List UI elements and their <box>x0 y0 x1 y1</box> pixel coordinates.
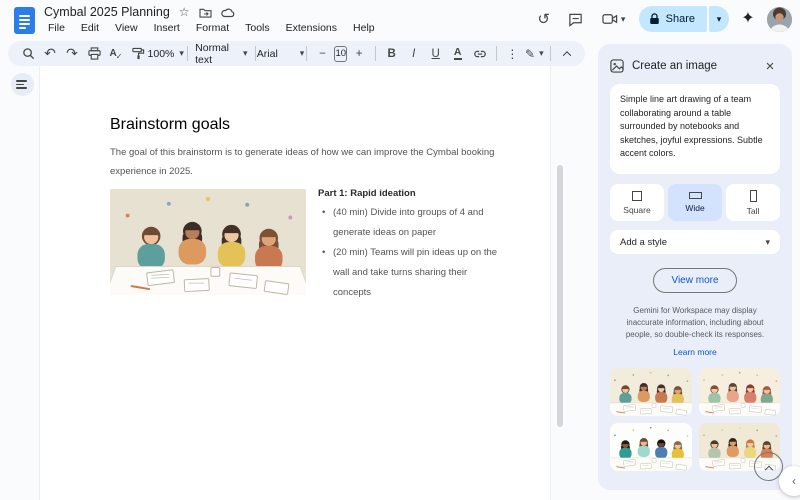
generated-image-2[interactable] <box>698 368 780 416</box>
aspect-square-button[interactable]: Square <box>610 184 664 221</box>
hide-menus-button[interactable] <box>557 44 577 64</box>
wide-shape-icon <box>688 192 702 199</box>
paint-format-icon[interactable] <box>128 44 148 64</box>
menu-file[interactable]: File <box>42 21 71 35</box>
share-dropdown-caret[interactable]: ▾ <box>709 6 729 32</box>
learn-more-link[interactable]: Learn more <box>610 347 780 357</box>
font-size-input[interactable]: 10 <box>334 45 348 62</box>
image-prompt-input[interactable]: Simple line art drawing of a team collab… <box>610 84 780 174</box>
document-part-title[interactable]: Part 1: Rapid ideation <box>318 188 416 199</box>
menu-view[interactable]: View <box>109 21 144 35</box>
aspect-ratio-group: Square Wide Tall <box>610 184 780 221</box>
pen-mode-select[interactable]: ✎ ▾ <box>524 44 544 64</box>
share-label: Share <box>665 13 695 25</box>
print-icon[interactable] <box>84 44 104 64</box>
generated-image-1[interactable] <box>610 368 692 416</box>
formatting-toolbar: ↶ ↷ A ✓ 100% ▾ Normal text ▾ Arial ▾ − 10 + … <box>8 41 585 66</box>
menu-insert[interactable]: Insert <box>148 21 186 35</box>
add-style-dropdown[interactable]: Add a style ▾ <box>610 230 780 254</box>
image-panel-icon <box>610 59 624 73</box>
video-call-icon[interactable]: ▾ <box>595 6 633 32</box>
text-color-button[interactable]: A <box>448 44 468 64</box>
gemini-disclaimer-text: Gemini for Workspace may display inaccur… <box>625 306 765 339</box>
titlebar: Cymbal 2025 Planning ☆ File Edit View In… <box>0 0 800 40</box>
aspect-tall-button[interactable]: Tall <box>726 184 780 221</box>
aspect-wide-button[interactable]: Wide <box>668 184 722 221</box>
collapse-sidebar-handle[interactable]: ‹ <box>779 466 800 496</box>
increase-font-size-button[interactable]: + <box>349 44 369 64</box>
document-outline-button[interactable] <box>11 73 34 96</box>
view-more-button[interactable]: View more <box>653 268 737 293</box>
spell-check-icon[interactable]: A ✓ <box>106 44 126 64</box>
menu-format[interactable]: Format <box>190 21 235 35</box>
comments-icon[interactable] <box>563 6 589 32</box>
menu-tools[interactable]: Tools <box>239 21 276 35</box>
zoom-select[interactable]: 100% ▾ <box>148 44 184 64</box>
bold-button[interactable]: B <box>382 44 402 64</box>
redo-icon[interactable]: ↷ <box>62 44 82 64</box>
square-shape-icon <box>632 190 642 201</box>
insert-link-icon[interactable] <box>470 44 490 64</box>
font-family-select[interactable]: Arial ▾ <box>257 44 305 64</box>
version-history-icon[interactable]: ↺ <box>531 6 557 32</box>
more-options-icon[interactable]: ⋮ <box>502 44 522 64</box>
document-intro-paragraph[interactable]: The goal of this brainstorm is to genera… <box>110 143 505 181</box>
panel-title: Create an image <box>632 60 718 72</box>
undo-icon[interactable]: ↶ <box>40 44 60 64</box>
paragraph-style-select[interactable]: Normal text ▾ <box>194 42 249 66</box>
google-docs-logo-icon[interactable] <box>14 7 35 34</box>
generated-images-grid <box>610 368 780 471</box>
document-bullet-list: (40 min) Divide into groups of 4 and gen… <box>322 203 500 303</box>
account-avatar[interactable] <box>767 6 792 32</box>
star-icon[interactable]: ☆ <box>179 5 190 19</box>
menubar: File Edit View Insert Format Tools Exten… <box>42 21 381 35</box>
share-button[interactable]: Share ▾ <box>638 6 729 32</box>
menu-extensions[interactable]: Extensions <box>280 21 343 35</box>
search-menus-icon[interactable] <box>18 44 38 64</box>
lock-icon <box>649 13 659 24</box>
generated-image-3[interactable] <box>610 423 692 471</box>
menu-help[interactable]: Help <box>347 21 381 35</box>
underline-button[interactable]: U <box>426 44 446 64</box>
menu-edit[interactable]: Edit <box>75 21 105 35</box>
create-image-panel: Create an image × Simple line art drawin… <box>598 44 792 490</box>
tall-shape-icon <box>749 189 757 202</box>
decrease-font-size-button[interactable]: − <box>312 44 332 64</box>
chevron-down-icon: ▾ <box>765 236 770 247</box>
bullet-item[interactable]: (20 min) Teams will pin ideas up on the … <box>322 243 500 303</box>
cloud-status-icon[interactable] <box>220 7 235 18</box>
close-panel-icon[interactable]: × <box>760 56 780 76</box>
document-scrollbar[interactable] <box>557 165 563 427</box>
gemini-sparkle-icon[interactable]: ✦ <box>735 6 761 32</box>
document-heading[interactable]: Brainstorm goals <box>110 116 230 134</box>
italic-button[interactable]: I <box>404 44 424 64</box>
inserted-team-illustration[interactable] <box>110 189 306 295</box>
bullet-item[interactable]: (40 min) Divide into groups of 4 and gen… <box>322 203 500 243</box>
move-folder-icon[interactable] <box>198 7 212 18</box>
document-title[interactable]: Cymbal 2025 Planning <box>44 5 170 19</box>
